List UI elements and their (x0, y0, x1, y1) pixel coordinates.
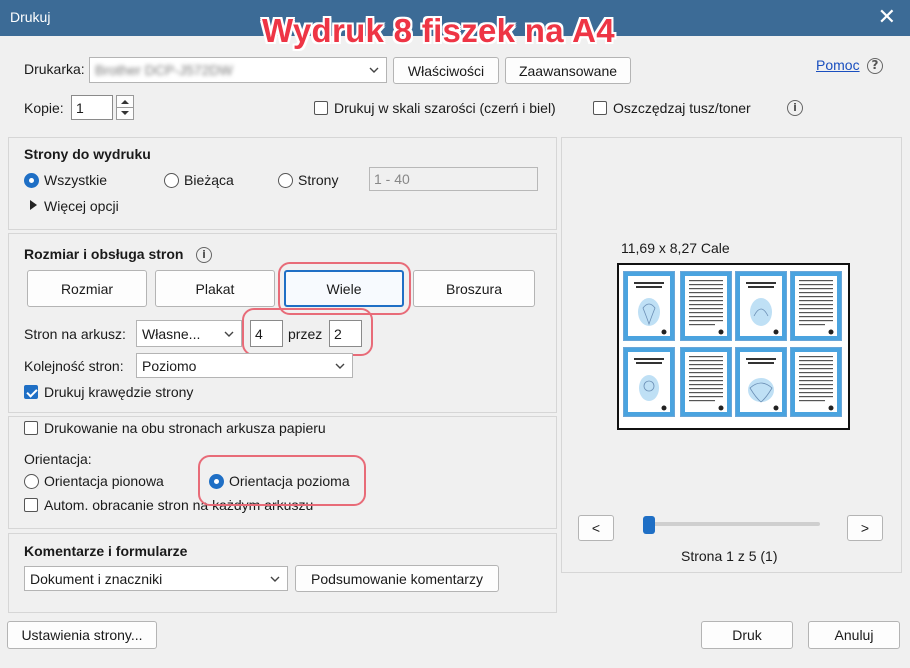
printer-label: Drukarka: (24, 61, 85, 77)
copies-label: Kopie: (24, 100, 64, 116)
preview-page-thumbnail (680, 347, 732, 417)
preview-page-thumbnail (735, 271, 787, 341)
page-order-select[interactable]: Poziomo (136, 353, 353, 378)
save-ink-label: Oszczędzaj tusz/toner (613, 100, 751, 116)
expand-triangle-icon[interactable] (30, 200, 37, 210)
properties-button[interactable]: Właściwości (393, 57, 499, 84)
next-page-button[interactable]: > (847, 515, 883, 541)
print-borders-label: Drukuj krawędzie strony (44, 384, 194, 400)
all-pages-radio[interactable] (24, 173, 39, 188)
preview-page-thumbnail (680, 271, 732, 341)
sizing-title: Rozmiar i obsługa stron (24, 246, 184, 262)
window-title: Drukuj (10, 9, 51, 25)
preview-page-thumbnail (790, 347, 842, 417)
pages-per-sheet-select[interactable]: Własne... (136, 320, 242, 347)
page-setup-button[interactable]: Ustawienia strony... (7, 621, 157, 649)
info-icon[interactable]: i (787, 100, 803, 116)
printer-select-value: Brother DCP-J572DW (95, 62, 233, 78)
cancel-button[interactable]: Anuluj (808, 621, 900, 649)
help-link[interactable]: Pomoc (816, 57, 860, 73)
page-slider-thumb[interactable] (643, 516, 655, 534)
page-status: Strona 1 z 5 (1) (681, 548, 778, 564)
preview-page-thumbnail (623, 347, 675, 417)
chevron-down-icon (269, 573, 281, 585)
all-pages-label: Wszystkie (44, 172, 107, 188)
preview-sheet (617, 263, 850, 430)
print-borders-checkbox[interactable] (24, 385, 38, 399)
help-icon[interactable]: ? (867, 58, 883, 74)
pages-range-input[interactable]: 1 - 40 (369, 167, 538, 191)
pages-per-sheet-value: Własne... (142, 325, 201, 342)
comments-select[interactable]: Dokument i znaczniki (24, 566, 288, 591)
chevron-down-icon (368, 64, 380, 76)
auto-rotate-checkbox[interactable] (24, 498, 38, 512)
info-icon[interactable]: i (196, 247, 212, 263)
copies-stepper[interactable] (116, 95, 134, 120)
pages-range-label: Strony (298, 172, 339, 188)
print-button[interactable]: Druk (701, 621, 793, 649)
orientation-title: Orientacja: (24, 451, 92, 467)
portrait-label: Orientacja pionowa (44, 473, 164, 489)
chevron-down-icon (223, 328, 235, 340)
highlight-grid-inputs (242, 308, 373, 356)
paper-size-label: 11,69 x 8,27 Cale (621, 240, 730, 256)
duplex-checkbox[interactable] (24, 421, 38, 435)
pages-per-sheet-label: Stron na arkusz: (24, 326, 126, 342)
tab-size[interactable]: Rozmiar (27, 270, 147, 307)
current-page-radio[interactable] (164, 173, 179, 188)
close-icon[interactable]: ✕ (878, 4, 896, 30)
preview-page-thumbnail (735, 347, 787, 417)
chevron-down-icon (334, 360, 346, 372)
highlight-landscape (198, 455, 366, 506)
duplex-label: Drukowanie na obu stronach arkusza papie… (44, 420, 326, 436)
preview-page-thumbnail (790, 271, 842, 341)
summarize-comments-button[interactable]: Podsumowanie komentarzy (295, 565, 499, 592)
page-order-value: Poziomo (142, 357, 197, 374)
portrait-radio[interactable] (24, 474, 39, 489)
page-slider-track[interactable] (645, 522, 820, 526)
prev-page-button[interactable]: < (578, 515, 614, 541)
grayscale-label: Drukuj w skali szarości (czerń i biel) (334, 100, 556, 116)
save-ink-checkbox[interactable] (593, 101, 607, 115)
pages-range-radio[interactable] (278, 173, 293, 188)
current-page-label: Bieżąca (184, 172, 234, 188)
comments-select-value: Dokument i znaczniki (30, 570, 163, 587)
tab-poster[interactable]: Plakat (155, 270, 275, 307)
more-options-label[interactable]: Więcej opcji (44, 198, 119, 214)
advanced-button[interactable]: Zaawansowane (505, 57, 631, 84)
preview-page-thumbnail (623, 271, 675, 341)
copies-input[interactable]: 1 (71, 95, 113, 120)
grayscale-checkbox[interactable] (314, 101, 328, 115)
comments-title: Komentarze i formularze (24, 543, 188, 559)
overlay-annotation-title: Wydruk 8 fiszek na A4 (262, 12, 615, 49)
pages-to-print-title: Strony do wydruku (24, 146, 151, 162)
page-order-label: Kolejność stron: (24, 358, 124, 374)
printer-select[interactable]: Brother DCP-J572DW (89, 57, 387, 83)
tab-booklet[interactable]: Broszura (413, 270, 535, 307)
